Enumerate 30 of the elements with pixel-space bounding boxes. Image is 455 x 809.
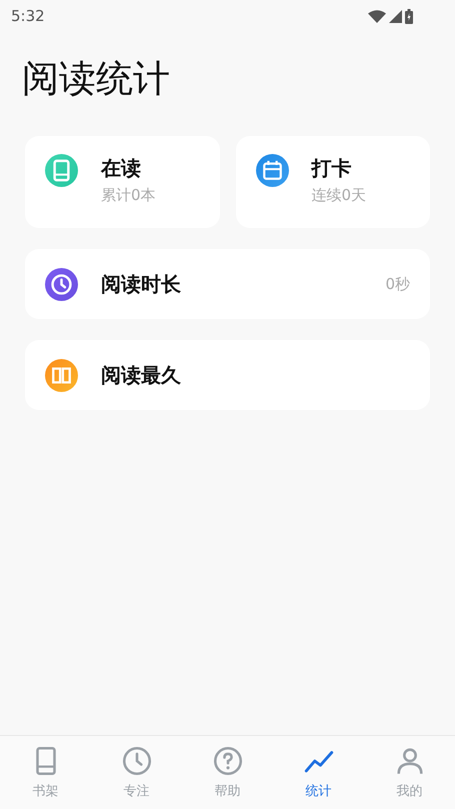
card-subtitle: 连续0天 (312, 185, 366, 206)
tab-label: 帮助 (214, 783, 240, 800)
tab[interactable]: 我的 (364, 736, 455, 809)
tab-label: 统计 (306, 783, 332, 800)
tab[interactable]: 专注 (91, 736, 182, 809)
row-title: 阅读时长 (101, 270, 181, 298)
status-time: 5:32 (11, 7, 45, 25)
card-subtitle: 累计0本 (101, 185, 156, 206)
stat-card[interactable]: 打卡 连续0天 (236, 136, 430, 228)
row-value: 0秒 (385, 274, 410, 294)
calendar-icon (256, 154, 288, 187)
tab-label: 我的 (396, 783, 422, 800)
tab[interactable]: 统计 (273, 736, 364, 809)
page-title: 阅读统计 (22, 56, 171, 102)
open-book-icon (45, 358, 78, 392)
card-title: 在读 (101, 155, 142, 182)
tab[interactable]: 书架 (0, 736, 91, 809)
book-icon (45, 154, 78, 187)
battery-icon (405, 8, 413, 24)
row-title: 阅读最久 (101, 362, 181, 388)
wifi-icon (368, 10, 386, 22)
tab[interactable]: 帮助 (182, 736, 273, 809)
clock-icon (45, 268, 78, 300)
tab-label: 书架 (32, 783, 58, 800)
signal-icon (389, 10, 402, 22)
stat-card[interactable]: 在读 累计0本 (25, 136, 220, 228)
card-title: 打卡 (312, 155, 352, 182)
tab-label: 专注 (124, 783, 150, 800)
stat-row[interactable]: 阅读最久 (25, 340, 430, 410)
stat-row[interactable]: 阅读时长 0秒 (25, 249, 430, 319)
